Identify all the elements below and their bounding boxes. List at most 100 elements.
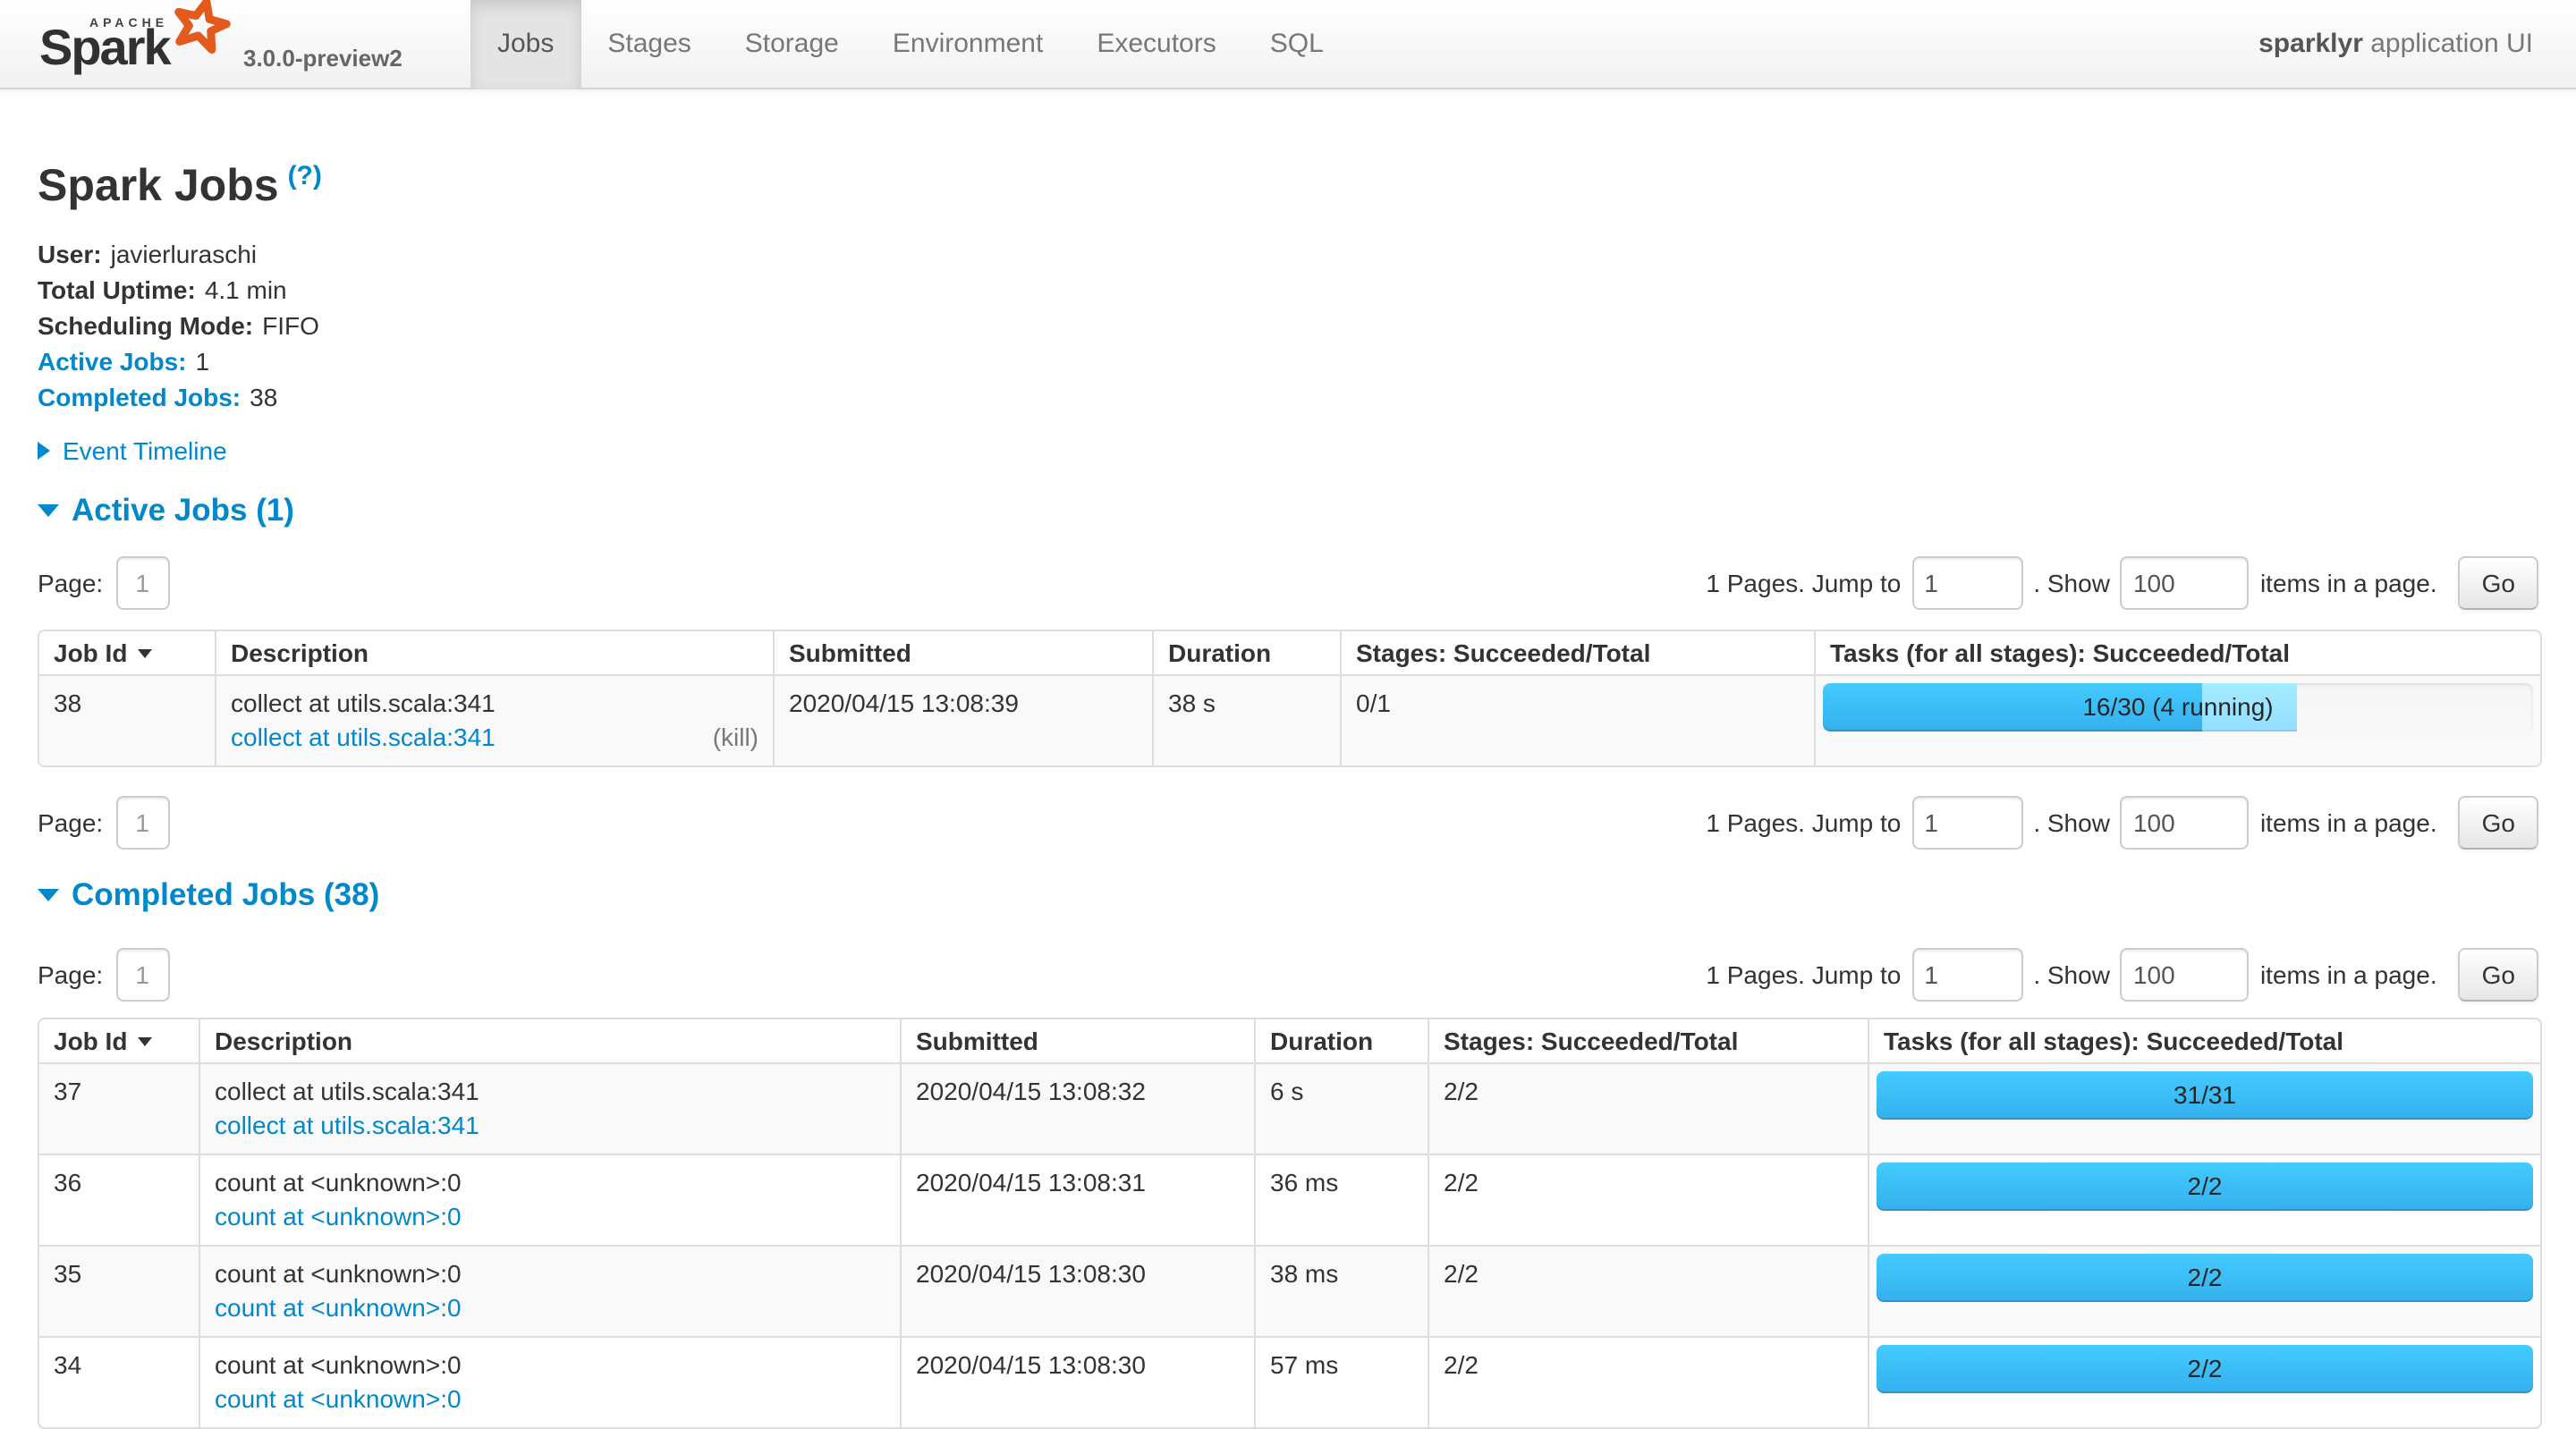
tasks-progress-bar: 2/2 [1877, 1254, 2533, 1302]
items-text: items in a page. [2260, 960, 2437, 989]
job-detail-link[interactable]: collect at utils.scala:341 [215, 1111, 479, 1139]
page-label: Page: [38, 960, 103, 989]
go-button[interactable]: Go [2459, 796, 2538, 850]
progress-label: 2/2 [1877, 1254, 2533, 1302]
show-count-input[interactable] [2121, 796, 2250, 850]
tab-jobs[interactable]: Jobs [470, 0, 580, 89]
spark-jobs-page: APACHE Spark 3.0.0-preview2 JobsStagesSt… [0, 0, 2576, 1408]
completed-jobs-link[interactable]: Completed Jobs: [38, 383, 241, 411]
job-description-cell: collect at utils.scala:341collect at uti… [199, 1062, 900, 1154]
page-number-input[interactable] [115, 796, 169, 850]
job-description-cell: count at <unknown>:0count at <unknown>:0 [199, 1336, 900, 1427]
sort-desc-arrow-icon [138, 1037, 152, 1046]
user-value: javierluraschi [111, 240, 257, 268]
event-timeline-toggle[interactable]: Event Timeline [38, 433, 2538, 469]
submitted-cell: 2020/04/15 13:08:32 [900, 1062, 1254, 1154]
stages-cell: 2/2 [1428, 1154, 1868, 1245]
spark-wordmark: Spark [39, 22, 170, 72]
spark-star-icon [168, 0, 233, 58]
job-description-text: count at <unknown>:0 [215, 1349, 886, 1382]
tasks-progress-bar: 31/31 [1877, 1071, 2533, 1120]
active-jobs-table: Job IdDescriptionSubmittedDurationStages… [38, 630, 2542, 767]
show-text: . Show [2033, 808, 2110, 837]
column-header-submitted[interactable]: Submitted [773, 631, 1152, 674]
go-button[interactable]: Go [2459, 948, 2538, 1002]
job-detail-link[interactable]: count at <unknown>:0 [215, 1384, 462, 1413]
job-id-cell: 34 [39, 1336, 199, 1427]
column-header-duration[interactable]: Duration [1152, 631, 1340, 674]
nav-tab-storage: Storage [718, 0, 866, 88]
help-link[interactable]: (?) [288, 161, 322, 191]
page-number-input[interactable] [115, 556, 169, 610]
column-header-tasks[interactable]: Tasks (for all stages): Succeeded/Total [1868, 1019, 2540, 1062]
nav-tab-jobs: Jobs [470, 0, 580, 88]
page-title-text: Spark Jobs [38, 161, 279, 211]
app-name-suffix: application UI [2363, 29, 2533, 59]
items-text: items in a page. [2260, 569, 2437, 597]
duration-cell: 38 ms [1254, 1245, 1428, 1336]
jump-to-input[interactable] [1911, 556, 2022, 610]
column-header-submitted[interactable]: Submitted [900, 1019, 1254, 1062]
job-id-cell: 38 [39, 674, 215, 765]
nav-tab-sql: SQL [1243, 0, 1351, 88]
column-header-description[interactable]: Description [215, 631, 773, 674]
column-header-job[interactable]: Job Id [39, 631, 215, 674]
stages-cell: 2/2 [1428, 1062, 1868, 1154]
kill-link[interactable]: (kill) [713, 721, 758, 755]
job-id-cell: 37 [39, 1062, 199, 1154]
submitted-cell: 2020/04/15 13:08:30 [900, 1245, 1254, 1336]
collapsed-arrow-icon [38, 442, 50, 460]
job-description-text: collect at utils.scala:341 [231, 687, 758, 721]
progress-label: 2/2 [1877, 1345, 2533, 1393]
nav-tab-environment: Environment [866, 0, 1070, 88]
page-number-input[interactable] [115, 948, 169, 1002]
job-description-cell: count at <unknown>:0count at <unknown>:0 [199, 1154, 900, 1245]
jump-to-input[interactable] [1911, 796, 2022, 850]
job-row-37: 37collect at utils.scala:341collect at u… [39, 1062, 2540, 1154]
uptime-label: Total Uptime: [38, 275, 196, 304]
job-detail-link[interactable]: count at <unknown>:0 [215, 1202, 462, 1230]
progress-label: 31/31 [1877, 1071, 2533, 1120]
summary-scheduling: Scheduling Mode:FIFO [38, 308, 2538, 343]
job-description-links: collect at utils.scala:341 [215, 1109, 886, 1143]
scheduling-label: Scheduling Mode: [38, 311, 253, 340]
active-jobs-link[interactable]: Active Jobs: [38, 347, 187, 376]
spark-logo[interactable]: APACHE Spark [36, 6, 222, 81]
show-text: . Show [2033, 960, 2110, 989]
completed-jobs-heading: Completed Jobs (38) [72, 876, 379, 912]
tasks-progress-bar: 2/2 [1877, 1345, 2533, 1393]
completed-jobs-count: 38 [250, 383, 277, 411]
completed-jobs-table: Job IdDescriptionSubmittedDurationStages… [38, 1018, 2542, 1429]
jump-to-input[interactable] [1911, 948, 2022, 1002]
tasks-cell: 16/30 (4 running) [1814, 674, 2540, 765]
tab-storage[interactable]: Storage [718, 0, 866, 89]
tab-stages[interactable]: Stages [580, 0, 717, 89]
submitted-cell: 2020/04/15 13:08:31 [900, 1154, 1254, 1245]
job-row-38: 38collect at utils.scala:341collect at u… [39, 674, 2540, 765]
stages-cell: 2/2 [1428, 1245, 1868, 1336]
job-description-cell: count at <unknown>:0count at <unknown>:0 [199, 1245, 900, 1336]
job-id-cell: 36 [39, 1154, 199, 1245]
column-header-stages[interactable]: Stages: Succeeded/Total [1428, 1019, 1868, 1062]
show-count-input[interactable] [2121, 948, 2250, 1002]
job-detail-link[interactable]: collect at utils.scala:341 [231, 723, 496, 751]
column-header-description[interactable]: Description [199, 1019, 900, 1062]
column-header-tasks[interactable]: Tasks (for all stages): Succeeded/Total [1814, 631, 2540, 674]
job-detail-link[interactable]: count at <unknown>:0 [215, 1293, 462, 1322]
tasks-progress-bar: 16/30 (4 running) [1823, 683, 2533, 731]
tab-executors[interactable]: Executors [1070, 0, 1242, 89]
section-completed-jobs[interactable]: Completed Jobs (38) [38, 875, 2538, 914]
go-button[interactable]: Go [2459, 556, 2538, 610]
progress-label: 2/2 [1877, 1163, 2533, 1211]
tab-environment[interactable]: Environment [866, 0, 1070, 89]
column-header-job[interactable]: Job Id [39, 1019, 199, 1062]
show-count-input[interactable] [2121, 556, 2250, 610]
column-header-duration[interactable]: Duration [1254, 1019, 1428, 1062]
section-active-jobs[interactable]: Active Jobs (1) [38, 490, 2538, 529]
duration-cell: 38 s [1152, 674, 1340, 765]
column-header-stages[interactable]: Stages: Succeeded/Total [1340, 631, 1814, 674]
tab-sql[interactable]: SQL [1243, 0, 1351, 89]
pages-text: 1 Pages. Jump to [1706, 569, 1901, 597]
nav-tab-executors: Executors [1070, 0, 1242, 88]
job-description-cell: collect at utils.scala:341collect at uti… [215, 674, 773, 765]
